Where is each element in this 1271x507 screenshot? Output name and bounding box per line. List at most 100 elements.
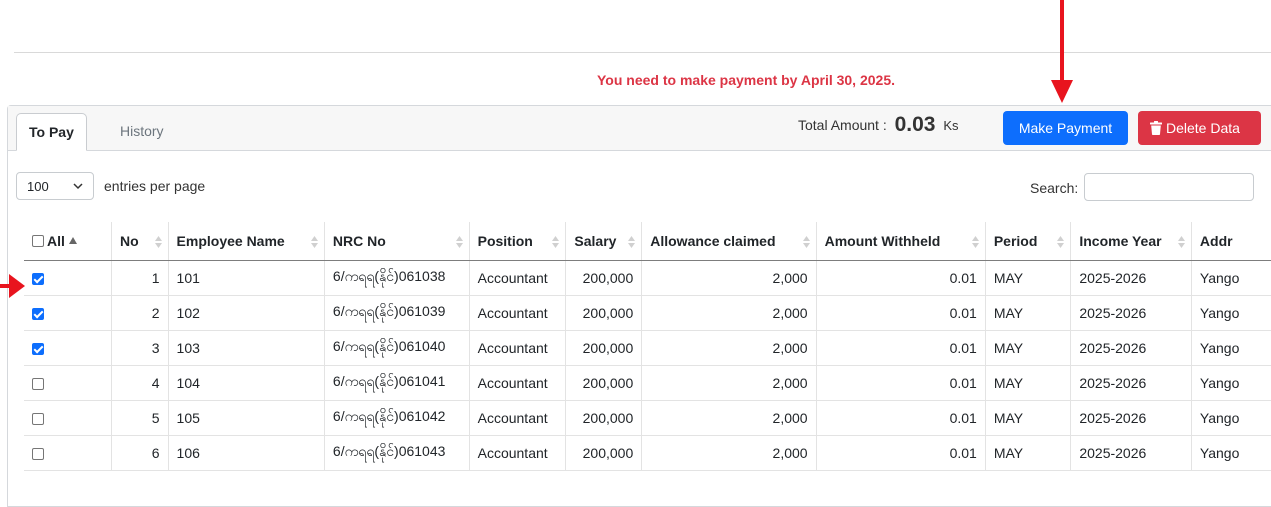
sort-arrows-icon (971, 236, 979, 248)
cell-address: Yango (1190, 435, 1271, 471)
tab-history[interactable]: History (108, 113, 176, 150)
column-header-period[interactable]: Period (984, 222, 1071, 261)
cell-income-year: 2025-2026 (1070, 365, 1192, 401)
cell-allowance-claimed: 2,000 (641, 295, 817, 331)
sort-arrows-icon (802, 236, 810, 248)
cell-select (24, 365, 112, 401)
cell-position: Accountant (468, 400, 566, 436)
column-header-address[interactable]: Addr (1190, 222, 1271, 261)
cell-position: Accountant (468, 260, 566, 296)
total-amount-value: 0.03 (894, 113, 936, 136)
cell-no: 4 (110, 365, 169, 401)
column-header-nrc-no[interactable]: NRC No (323, 222, 470, 261)
delete-data-button[interactable]: Delete Data (1138, 111, 1261, 145)
cell-amount-withheld: 0.01 (815, 295, 986, 331)
table-row: 1 101 6/ကရရ(နိုင်)061038 Accountant 200,000 2… (24, 260, 1271, 296)
cell-period: MAY (984, 260, 1071, 296)
cell-amount-withheld: 0.01 (815, 365, 986, 401)
row-select-checkbox[interactable] (32, 447, 44, 460)
make-payment-label: Make Payment (1018, 120, 1113, 136)
make-payment-button[interactable]: Make Payment (1003, 111, 1128, 145)
column-header-no[interactable]: No (110, 222, 169, 261)
cell-allowance-claimed: 2,000 (641, 435, 817, 471)
cell-period: MAY (984, 295, 1071, 331)
tab-to-pay[interactable]: To Pay (16, 113, 87, 151)
cell-income-year: 2025-2026 (1070, 260, 1192, 296)
cell-nrc-no: 6/ကရရ(နိုင်)061039 (323, 295, 470, 331)
employee-payment-table: All No Employee Name NRC No Position Sal… (24, 222, 1271, 471)
cell-no: 2 (110, 295, 169, 331)
total-amount-label: Total Amount : (798, 117, 887, 133)
sort-arrows-icon (154, 236, 162, 248)
column-header-label: All (47, 232, 65, 249)
cell-period: MAY (984, 330, 1071, 366)
cell-period: MAY (984, 365, 1071, 401)
cell-salary: 200,000 (565, 260, 642, 296)
search-input[interactable] (1084, 173, 1254, 201)
column-header-label: Allowance claimed (650, 232, 776, 249)
row-select-checkbox[interactable] (32, 377, 44, 390)
row-select-checkbox[interactable] (32, 342, 44, 355)
column-header-all[interactable]: All (24, 222, 112, 261)
row-select-checkbox[interactable] (32, 412, 44, 425)
entries-length-control: 100 entries per page (16, 172, 205, 200)
column-header-label: Income Year (1079, 232, 1162, 249)
cell-period: MAY (984, 400, 1071, 436)
column-header-label: NRC No (332, 232, 386, 249)
cell-amount-withheld: 0.01 (815, 330, 986, 366)
cell-position: Accountant (468, 295, 566, 331)
row-select-checkbox[interactable] (32, 272, 44, 285)
cell-no: 5 (110, 400, 169, 436)
cell-nrc-no: 6/ကရရ(နိုင်)061038 (323, 260, 470, 296)
table-row: 5 105 6/ကရရ(နိုင်)061042 Accountant 200,000 2… (24, 400, 1271, 436)
column-header-label: Salary (574, 232, 617, 249)
cell-income-year: 2025-2026 (1070, 295, 1192, 331)
cell-employee-name: 102 (167, 295, 325, 331)
top-divider (14, 52, 1271, 53)
search-label: Search: (1030, 180, 1079, 196)
column-header-label: Amount Withheld (824, 232, 941, 249)
entries-per-page-value: 100 (27, 178, 49, 194)
select-all-checkbox[interactable] (32, 234, 44, 247)
column-header-salary[interactable]: Salary (565, 222, 642, 261)
cell-nrc-no: 6/ကရရ(နိုင်)061042 (323, 400, 470, 436)
cell-allowance-claimed: 2,000 (641, 365, 817, 401)
column-header-amount-withheld[interactable]: Amount Withheld (815, 222, 986, 261)
row-select-checkbox[interactable] (32, 307, 44, 320)
cell-employee-name: 101 (167, 260, 325, 296)
cell-amount-withheld: 0.01 (815, 435, 986, 471)
cell-address: Yango (1190, 260, 1271, 296)
sort-arrows-icon (1057, 236, 1065, 248)
table-body: 1 101 6/ကရရ(နိုင်)061038 Accountant 200,000 2… (24, 260, 1271, 471)
cell-nrc-no: 6/ကရရ(နိုင်)061041 (323, 365, 470, 401)
cell-position: Accountant (468, 365, 566, 401)
trash-icon (1150, 121, 1162, 135)
cell-select (24, 400, 112, 436)
cell-employee-name: 104 (167, 365, 325, 401)
entries-per-page-select[interactable]: 100 (16, 172, 94, 200)
column-header-label: Employee Name (176, 232, 285, 249)
total-amount: Total Amount : 0.03 Ks (798, 112, 959, 136)
entries-per-page-label: entries per page (104, 178, 206, 194)
cell-income-year: 2025-2026 (1070, 330, 1192, 366)
cell-salary: 200,000 (565, 330, 642, 366)
cell-select (24, 435, 112, 471)
cell-select (24, 260, 112, 296)
table-row: 6 106 6/ကရရ(နိုင်)061043 Accountant 200,000 2… (24, 435, 1271, 471)
table-header-row: All No Employee Name NRC No Position Sal… (24, 222, 1271, 261)
table-row: 2 102 6/ကရရ(နိုင်)061039 Accountant 200,000 2… (24, 295, 1271, 331)
cell-select (24, 330, 112, 366)
column-header-employee-name[interactable]: Employee Name (167, 222, 325, 261)
annotation-arrow-right-icon (0, 274, 25, 298)
card-header: To Pay History Total Amount : 0.03 Ks Ma… (8, 106, 1271, 151)
column-header-income-year[interactable]: Income Year (1070, 222, 1192, 261)
cell-allowance-claimed: 2,000 (641, 330, 817, 366)
cell-nrc-no: 6/ကရရ(နိုင်)061043 (323, 435, 470, 471)
cell-address: Yango (1190, 365, 1271, 401)
column-header-allowance-claimed[interactable]: Allowance claimed (641, 222, 817, 261)
cell-address: Yango (1190, 330, 1271, 366)
chevron-down-icon (73, 183, 83, 190)
column-header-position[interactable]: Position (468, 222, 566, 261)
cell-salary: 200,000 (565, 295, 642, 331)
cell-position: Accountant (468, 330, 566, 366)
